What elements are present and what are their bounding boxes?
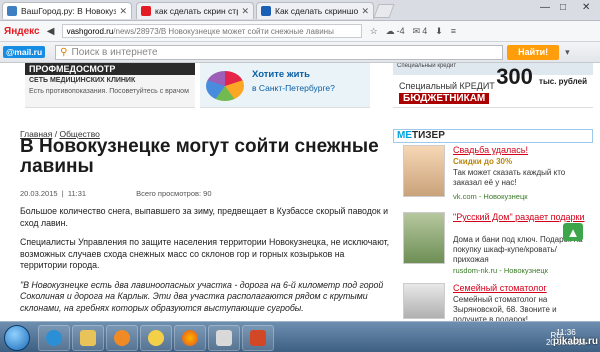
envelope-icon: ✉ xyxy=(412,25,421,36)
search-icon: ⚲ xyxy=(60,46,68,58)
find-button[interactable]: Найти! xyxy=(507,44,560,60)
ad-image[interactable] xyxy=(403,283,445,319)
tab-title: Как сделать скриншот ст... xyxy=(275,6,359,16)
banner-sub: Есть противопоказания. Посоветуйтесь с в… xyxy=(29,88,189,95)
article-views: Всего просмотров: 90 xyxy=(136,189,212,198)
tab-bar: ВашГород.ру: В Новокузн... ✕ как сделать… xyxy=(0,0,600,21)
tab-screenshot-howto[interactable]: Как сделать скриншот ст... ✕ xyxy=(256,2,374,19)
article-title: В Новокузнецке могут сойти снежные лавин… xyxy=(20,136,379,177)
banner-credit[interactable]: Специальный кредит 300 тыс. рублей Специ… xyxy=(393,63,593,108)
mailru-logo[interactable]: @mail.ru xyxy=(3,46,46,58)
ad-title[interactable]: "Русский Дом" раздает подарки xyxy=(453,212,588,222)
article-body: Большое количество снега, выпавшего за з… xyxy=(20,206,390,321)
address-bar-row: Яндекс ◀ vashgorod.ru /news/28973/В Ново… xyxy=(0,21,600,42)
taskbar-firefox[interactable] xyxy=(174,325,206,351)
favicon-icon xyxy=(141,6,151,16)
yandex-logo[interactable]: Яндекс xyxy=(4,26,40,37)
article-date: 20.03.2015 xyxy=(20,189,58,198)
url-host: vashgorod.ru xyxy=(66,26,114,36)
teaser-widget-title: МЕТИЗЕР xyxy=(393,129,593,143)
taskbar-explorer[interactable] xyxy=(72,325,104,351)
url-path: /news/28973/В Новокузнецке может сойти с… xyxy=(113,26,334,36)
teaser-ad[interactable]: Свадьба удалась! Скидки до 30% Так может… xyxy=(393,145,593,209)
ad-image[interactable] xyxy=(403,145,445,197)
tab-title: ВашГород.ру: В Новокузн... xyxy=(21,6,116,16)
search-input[interactable]: ⚲ Поиск в интернете xyxy=(55,44,504,60)
banner-credit-line2: БЮДЖЕТНИКАМ xyxy=(399,93,490,104)
taskbar-ie[interactable] xyxy=(38,325,70,351)
watermark: pikabu.ru xyxy=(552,336,598,347)
article-time: 11:31 xyxy=(67,189,87,198)
toolbar-settings-icon[interactable]: ▾ xyxy=(565,47,570,58)
banner-line2: в Санкт-Петербурге? xyxy=(252,83,335,93)
close-icon[interactable]: ✕ xyxy=(361,6,369,17)
ad-title[interactable]: Свадьба удалась! xyxy=(453,145,528,155)
folder-icon xyxy=(80,330,96,346)
taskbar-ppt[interactable] xyxy=(242,325,274,351)
banner-head2: СЕТЬ МЕДИЦИНСКИХ КЛИНИК xyxy=(29,77,136,84)
mail-widget[interactable]: ✉ 4 xyxy=(413,26,428,37)
yandex-browser-icon xyxy=(148,330,164,346)
address-input[interactable]: vashgorod.ru /news/28973/В Новокузнецке … xyxy=(61,24,362,38)
article-meta: 20.03.2015 | 11:31 Всего просмотров: 90 xyxy=(20,189,212,198)
minimize-icon[interactable]: — xyxy=(540,2,550,13)
windows-taskbar: RU 11:36 20.03.2015 xyxy=(0,321,600,352)
article-paragraph: Специалисты Управления по защите населен… xyxy=(20,237,390,270)
start-button[interactable] xyxy=(4,325,30,351)
taskbar-files[interactable] xyxy=(208,325,240,351)
mailru-search-toolbar: @mail.ru ⚲ Поиск в интернете Найти! ▾ xyxy=(0,42,600,63)
close-icon[interactable]: ✕ xyxy=(241,6,249,17)
ie-icon xyxy=(46,330,62,346)
banner-spb[interactable]: Хотите жить в Санкт-Петербурге? xyxy=(200,63,370,108)
media-icon xyxy=(114,330,130,346)
mail-count: 4 xyxy=(422,26,428,36)
download-icon[interactable]: ⬇ xyxy=(435,26,443,37)
ad-desc: Так может сказать каждый кто заказал её … xyxy=(453,168,566,187)
article-quote: "В Новокузнецке есть два лавиноопасных у… xyxy=(20,279,384,313)
taskbar-media[interactable] xyxy=(106,325,138,351)
banner-amount: 300 тыс. рублей xyxy=(496,64,587,89)
maximize-icon[interactable]: □ xyxy=(560,2,566,13)
favicon-icon xyxy=(7,6,17,16)
ad-image[interactable] xyxy=(403,212,445,264)
back-icon[interactable]: ◀ xyxy=(44,24,58,38)
new-tab-button[interactable] xyxy=(373,4,395,18)
ad-source[interactable]: rusdom-nk.ru - Новокузнецк xyxy=(453,266,548,275)
bookmark-icon[interactable]: ☆ xyxy=(370,26,378,37)
favicon-icon xyxy=(261,6,271,16)
teaser-ad[interactable]: "Русский Дом" раздает подарки Дома и бан… xyxy=(393,212,593,280)
firefox-icon xyxy=(182,330,198,346)
banner-head: ПРОФМЕДОСМОТР xyxy=(25,63,195,75)
tab-title: как сделать скрин страни... xyxy=(155,6,238,16)
cloud-icon: ☁ xyxy=(385,25,395,36)
web-page: ПРОФМЕДОСМОТР СЕТЬ МЕДИЦИНСКИХ КЛИНИК Ес… xyxy=(0,63,600,321)
window-close-icon[interactable]: ✕ xyxy=(582,2,590,13)
banner-line1: Хотите жить xyxy=(252,69,310,80)
sidebar-teaser: МЕТИЗЕР Свадьба удалась! Скидки до 30% Т… xyxy=(393,129,593,321)
close-icon[interactable]: ✕ xyxy=(119,6,127,17)
scroll-top-icon[interactable]: ▲ xyxy=(563,223,583,241)
banner-profmedosmotr[interactable]: ПРОФМЕДОСМОТР СЕТЬ МЕДИЦИНСКИХ КЛИНИК Ес… xyxy=(25,63,195,108)
powerpoint-icon xyxy=(250,330,266,346)
weather-temp: -4 xyxy=(396,26,405,36)
lyubimy-gorod-logo xyxy=(206,71,244,101)
menu-icon[interactable]: ≡ xyxy=(451,26,456,36)
banner-credit-line1: Специальный КРЕДИТ xyxy=(399,81,495,91)
search-placeholder: Поиск в интернете xyxy=(71,46,158,58)
tab-vashgorod[interactable]: ВашГород.ру: В Новокузн... ✕ xyxy=(2,2,132,19)
ad-desc: Семейный стоматолог на Зыряновской, 68. … xyxy=(453,295,557,321)
tab-yandex-search[interactable]: как сделать скрин страни... ✕ xyxy=(136,2,254,19)
files-icon xyxy=(216,330,232,346)
taskbar-yandex[interactable] xyxy=(140,325,172,351)
weather-widget[interactable]: ☁ -4 xyxy=(386,26,405,37)
article-paragraph: Большое количество снега, выпавшего за з… xyxy=(20,206,388,228)
ad-highlight: Скидки до 30% xyxy=(453,157,513,166)
ad-title[interactable]: Семейный стоматолог xyxy=(453,283,547,293)
teaser-ad[interactable]: Семейный стоматолог Семейный стоматолог … xyxy=(393,283,593,321)
ad-source[interactable]: vk.com - Новокузнецк xyxy=(453,192,528,201)
